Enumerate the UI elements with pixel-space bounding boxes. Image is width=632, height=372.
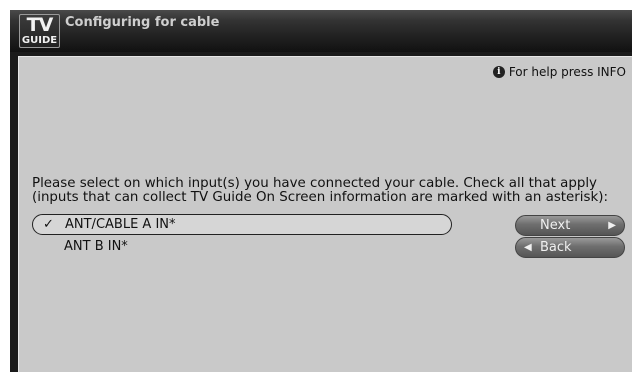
instructions-text: Please select on which input(s) you have… — [32, 176, 608, 205]
logo-tv-text: TV — [26, 14, 54, 36]
right-arrow-icon: ▶ — [608, 220, 616, 231]
input-option-label: ANT/CABLE A IN* — [65, 217, 176, 232]
back-button-label: Back — [540, 240, 572, 255]
next-button-label: Next — [540, 218, 571, 233]
help-hint: i For help press INFO — [492, 65, 626, 79]
input-option-ant-b[interactable]: ANT B IN* — [32, 237, 452, 258]
tv-guide-logo: TV GUIDE — [19, 14, 60, 48]
logo-guide-text: GUIDE — [21, 35, 58, 46]
title-bar: TV GUIDE Configuring for cable — [10, 10, 632, 52]
next-button[interactable]: Next ▶ — [515, 215, 625, 236]
input-option-label: ANT B IN* — [64, 239, 128, 254]
tv-guide-screen: TV GUIDE Configuring for cable i For hel… — [10, 10, 632, 372]
back-button[interactable]: ◀ Back — [515, 237, 625, 258]
content-panel: i For help press INFO Please select on w… — [18, 56, 632, 372]
check-mark-icon: ✓ — [43, 217, 54, 232]
input-option-ant-cable-a[interactable]: ✓ ANT/CABLE A IN* — [32, 214, 452, 235]
page-title: Configuring for cable — [65, 15, 220, 30]
info-icon: i — [492, 66, 505, 78]
help-text: For help press INFO — [508, 65, 626, 79]
left-arrow-icon: ◀ — [524, 242, 532, 253]
